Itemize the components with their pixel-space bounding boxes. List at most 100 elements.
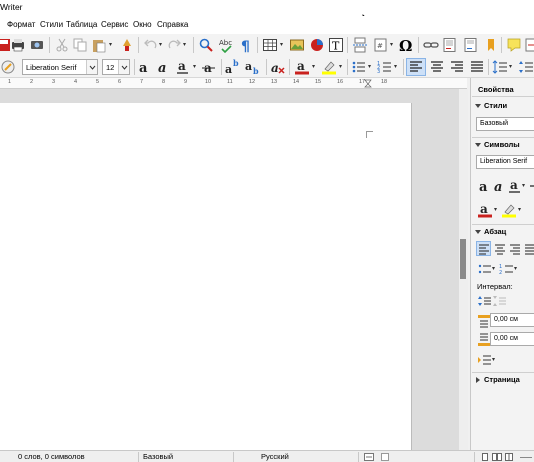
insert-bookmark-icon[interactable] [483,37,499,53]
insert-table-icon[interactable] [262,37,278,53]
menu-help[interactable]: Справка [157,20,188,29]
underline-icon[interactable]: a [175,59,191,75]
sidebar-font-color-icon[interactable]: a [477,202,493,218]
insert-text-box-icon[interactable]: T [328,37,344,53]
sidebar-font-color-dropdown-icon[interactable]: ▾ [494,207,499,213]
sidebar-underline-dropdown-icon[interactable]: ▾ [522,183,527,189]
font-color-icon[interactable]: a [294,59,310,75]
insert-field-dropdown-icon[interactable]: ▾ [390,42,395,48]
clone-formatting-icon[interactable] [119,37,135,53]
numbered-list-icon[interactable]: 123 [377,59,393,75]
insert-page-break-icon[interactable] [352,37,368,53]
vertical-scrollbar[interactable] [459,89,468,450]
formatting-marks-icon[interactable]: ¶ [238,37,254,53]
page-header[interactable]: Страница [484,375,520,384]
styles-collapse-icon[interactable] [475,103,481,109]
align-right-icon[interactable] [449,59,465,75]
paragraph-style-icon[interactable] [0,59,16,75]
font-name-combo[interactable]: Liberation Serif [22,59,98,75]
sidebar-highlight-dropdown-icon[interactable]: ▾ [518,207,523,213]
increase-paragraph-spacing-icon[interactable] [518,59,534,75]
superscript-icon[interactable]: ab [225,59,241,75]
sidebar-numbered-list-icon[interactable]: 12 [499,261,515,277]
space-below-field[interactable]: 0,00 см [490,332,534,346]
document-modified-icon[interactable] [381,453,389,461]
sidebar-strikethrough-icon[interactable] [528,178,534,194]
scrollbar-thumb[interactable] [460,239,466,279]
spelling-icon[interactable]: Abc [218,37,234,53]
numbered-list-dropdown-icon[interactable]: ▾ [394,64,399,70]
paragraph-header[interactable]: Абзац [484,227,506,236]
indent-icon[interactable] [477,352,493,368]
insert-endnote-icon[interactable] [463,37,479,53]
document-page[interactable] [0,103,412,450]
symbols-collapse-icon[interactable] [475,142,481,148]
undo-icon[interactable] [143,37,159,53]
clear-formatting-icon[interactable]: a [270,59,286,75]
export-pdf-icon[interactable] [10,37,26,53]
insert-hyperlink-icon[interactable] [423,37,439,53]
insert-field-icon[interactable]: # [373,37,389,53]
zoom-slider[interactable] [520,456,532,459]
insert-footnote-icon[interactable] [442,37,458,53]
multi-page-view-icon[interactable] [492,453,502,461]
subscript-icon[interactable]: ab [245,59,261,75]
bullet-list-icon[interactable] [351,59,367,75]
menu-tools[interactable]: Сервис [101,20,128,29]
insert-chart-icon[interactable] [309,37,325,53]
bullet-list-dropdown-icon[interactable]: ▾ [368,64,373,70]
menu-format[interactable]: Формат [7,20,35,29]
language-status[interactable]: Русский [261,452,289,461]
menu-window[interactable]: Окно [133,20,152,29]
decrease-spacing-icon[interactable] [492,293,508,309]
redo-icon[interactable] [166,37,182,53]
insert-image-icon[interactable] [289,37,305,53]
paragraph-collapse-icon[interactable] [475,229,481,235]
selection-mode-icon[interactable] [364,453,374,461]
insert-table-dropdown-icon[interactable]: ▾ [280,42,285,48]
paragraph-style-field[interactable]: Базовый [476,117,534,131]
sidebar-bullet-list-dropdown-icon[interactable]: ▾ [492,266,497,272]
cut-icon[interactable] [54,37,70,53]
strikethrough-icon[interactable]: a [201,59,217,75]
font-size-dropdown-icon[interactable] [118,60,129,74]
find-replace-icon[interactable] [198,37,214,53]
print-preview-icon[interactable] [29,37,45,53]
redo-dropdown-icon[interactable]: ▾ [183,42,188,48]
paste-icon[interactable] [91,37,107,53]
line-spacing-dropdown-icon[interactable]: ▾ [509,64,514,70]
sidebar-underline-icon[interactable]: a [507,178,523,194]
justify-icon[interactable] [469,59,485,75]
highlight-color-icon[interactable] [321,59,337,75]
right-indent-marker-icon[interactable] [364,79,372,88]
page-expand-icon[interactable] [475,377,481,383]
insert-comment-icon[interactable] [506,37,522,53]
single-page-view-icon[interactable] [481,453,489,461]
special-character-icon[interactable]: Ω [398,37,414,53]
highlight-color-dropdown-icon[interactable]: ▾ [339,64,344,70]
menu-table[interactable]: Таблица [66,20,97,29]
menu-styles[interactable]: Стили [40,20,63,29]
copy-icon[interactable] [72,37,88,53]
styles-header[interactable]: Стили [484,101,507,110]
font-color-dropdown-icon[interactable]: ▾ [312,64,317,70]
book-view-icon[interactable] [505,453,513,461]
italic-icon[interactable]: a [156,59,172,75]
horizontal-ruler[interactable]: 1 2 3 4 5 6 7 8 9 10 11 12 13 14 15 16 1… [0,78,467,89]
indent-dropdown-icon[interactable]: ▾ [492,357,497,363]
align-center-icon[interactable] [429,59,445,75]
undo-dropdown-icon[interactable]: ▾ [159,42,164,48]
track-changes-icon[interactable] [525,37,534,53]
sidebar-numbered-list-dropdown-icon[interactable]: ▾ [514,266,519,272]
sidebar-font-name-field[interactable]: Liberation Serif [476,155,534,169]
font-size-combo[interactable]: 12 [102,59,130,75]
page-style-status[interactable]: Базовый [143,452,173,461]
increase-spacing-icon[interactable] [477,293,493,309]
font-name-dropdown-icon[interactable] [86,60,97,74]
word-count[interactable]: 0 слов, 0 символов [18,452,85,461]
sidebar-justify-icon[interactable] [522,241,534,257]
space-above-field[interactable]: 0,00 см [490,313,534,327]
sidebar-align-center-icon[interactable] [492,241,508,257]
align-left-icon[interactable] [408,59,424,75]
sidebar-bold-icon[interactable]: a [477,178,493,194]
